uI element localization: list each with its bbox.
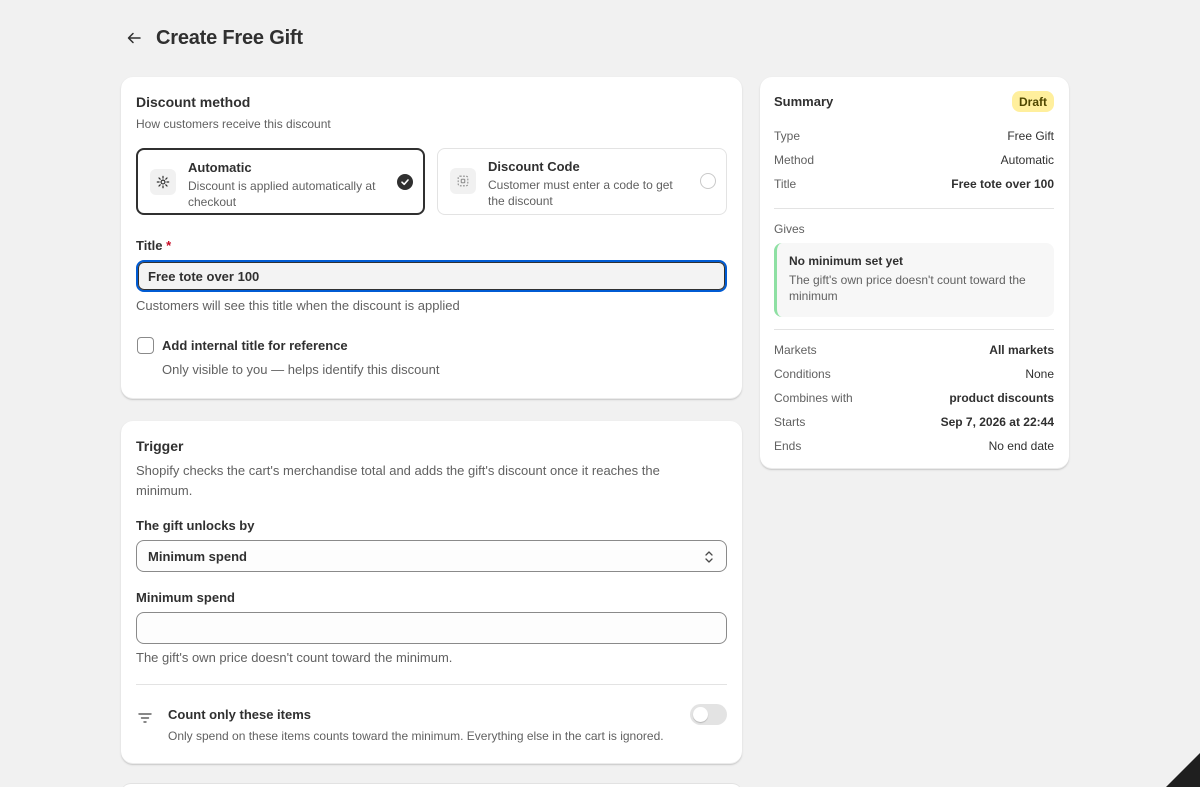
window-corner bbox=[1166, 753, 1200, 787]
option-automatic[interactable]: Automatic Discount is applied automatica… bbox=[136, 148, 425, 215]
summary-row-markets: Markets All markets bbox=[774, 343, 1054, 357]
count-items-help: Only spend on these items counts toward … bbox=[168, 729, 664, 743]
arrow-left-icon bbox=[127, 32, 141, 44]
count-items-title: Count only these items bbox=[168, 707, 312, 722]
trigger-title: Trigger bbox=[136, 438, 184, 454]
divider bbox=[774, 208, 1054, 209]
page-header: Create Free Gift bbox=[124, 24, 303, 52]
summary-value: Free tote over 100 bbox=[951, 177, 1054, 191]
select-arrows-icon bbox=[705, 551, 713, 563]
gives-label: Gives bbox=[774, 222, 805, 236]
divider bbox=[136, 684, 727, 685]
summary-value: None bbox=[1025, 367, 1054, 381]
unlock-label: The gift unlocks by bbox=[136, 518, 255, 533]
spend-label: Minimum spend bbox=[136, 590, 235, 605]
summary-key: Type bbox=[774, 129, 801, 143]
summary-key: Combines with bbox=[774, 391, 853, 405]
filter-icon bbox=[138, 713, 152, 723]
minimum-spend-input[interactable] bbox=[136, 612, 727, 644]
summary-row-combines: Combines with product discounts bbox=[774, 391, 1054, 405]
spend-help: The gift's own price doesn't count towar… bbox=[136, 650, 453, 665]
discount-method-subtitle: How customers receive this discount bbox=[136, 117, 331, 131]
internal-title-checkbox[interactable] bbox=[137, 337, 154, 354]
radio-unchecked bbox=[700, 173, 716, 189]
option-code-desc: Customer must enter a code to get the di… bbox=[488, 178, 673, 208]
option-automatic-title: Automatic bbox=[188, 160, 252, 175]
toggle-knob bbox=[693, 707, 708, 722]
option-automatic-desc: Discount is applied automatically at che… bbox=[188, 179, 376, 209]
internal-title-label[interactable]: Add internal title for reference bbox=[162, 338, 348, 353]
code-icon bbox=[450, 168, 476, 194]
summary-value: product discounts bbox=[949, 391, 1054, 405]
summary-card: Summary Draft Type Free Gift Method Auto… bbox=[760, 77, 1069, 469]
count-items-toggle[interactable] bbox=[690, 704, 727, 725]
summary-value: Free Gift bbox=[1007, 129, 1054, 143]
summary-title: Summary bbox=[774, 94, 834, 109]
trigger-card: Trigger Shopify checks the cart's mercha… bbox=[121, 421, 742, 764]
internal-title-help: Only visible to you — helps identify thi… bbox=[162, 362, 440, 377]
summary-key: Starts bbox=[774, 415, 806, 429]
unlock-select-value: Minimum spend bbox=[148, 548, 247, 564]
summary-value: Automatic bbox=[1000, 153, 1054, 167]
check-icon bbox=[397, 174, 413, 190]
summary-key: Markets bbox=[774, 343, 817, 357]
summary-key: Title bbox=[774, 177, 797, 191]
option-code-title: Discount Code bbox=[488, 159, 580, 174]
summary-row-type: Type Free Gift bbox=[774, 129, 1054, 143]
page-title: Create Free Gift bbox=[156, 26, 303, 49]
summary-value: Sep 7, 2026 at 22:44 bbox=[940, 415, 1054, 429]
divider bbox=[774, 329, 1054, 330]
trigger-desc: Shopify checks the cart's merchandise to… bbox=[136, 463, 660, 498]
option-discount-code[interactable]: Discount Code Customer must enter a code… bbox=[437, 148, 727, 215]
back-button[interactable] bbox=[124, 24, 144, 52]
title-input[interactable] bbox=[136, 260, 727, 292]
summary-row-method: Method Automatic bbox=[774, 153, 1054, 167]
summary-key: Conditions bbox=[774, 367, 831, 381]
gear-icon bbox=[150, 169, 176, 195]
discount-method-card: Discount method How customers receive th… bbox=[121, 77, 742, 399]
unlock-select[interactable]: Minimum spend bbox=[136, 540, 727, 572]
gives-desc: The gift's own price doesn't count towar… bbox=[789, 273, 1026, 303]
gives-title: No minimum set yet bbox=[789, 254, 904, 268]
summary-row-title: Title Free tote over 100 bbox=[774, 177, 1054, 191]
title-label: Title * bbox=[136, 238, 171, 253]
summary-row-starts: Starts Sep 7, 2026 at 22:44 bbox=[774, 415, 1054, 429]
discount-method-title: Discount method bbox=[136, 94, 251, 110]
summary-key: Ends bbox=[774, 439, 802, 453]
summary-key: Method bbox=[774, 153, 815, 167]
title-label-text: Title bbox=[136, 238, 163, 253]
summary-row-ends: Ends No end date bbox=[774, 439, 1054, 453]
summary-value: All markets bbox=[989, 343, 1054, 357]
required-mark: * bbox=[166, 238, 172, 253]
title-help: Customers will see this title when the d… bbox=[136, 298, 460, 313]
gives-box: No minimum set yet The gift's own price … bbox=[774, 243, 1054, 317]
summary-row-conditions: Conditions None bbox=[774, 367, 1054, 381]
summary-value: No end date bbox=[988, 439, 1054, 453]
status-badge: Draft bbox=[1011, 91, 1054, 112]
